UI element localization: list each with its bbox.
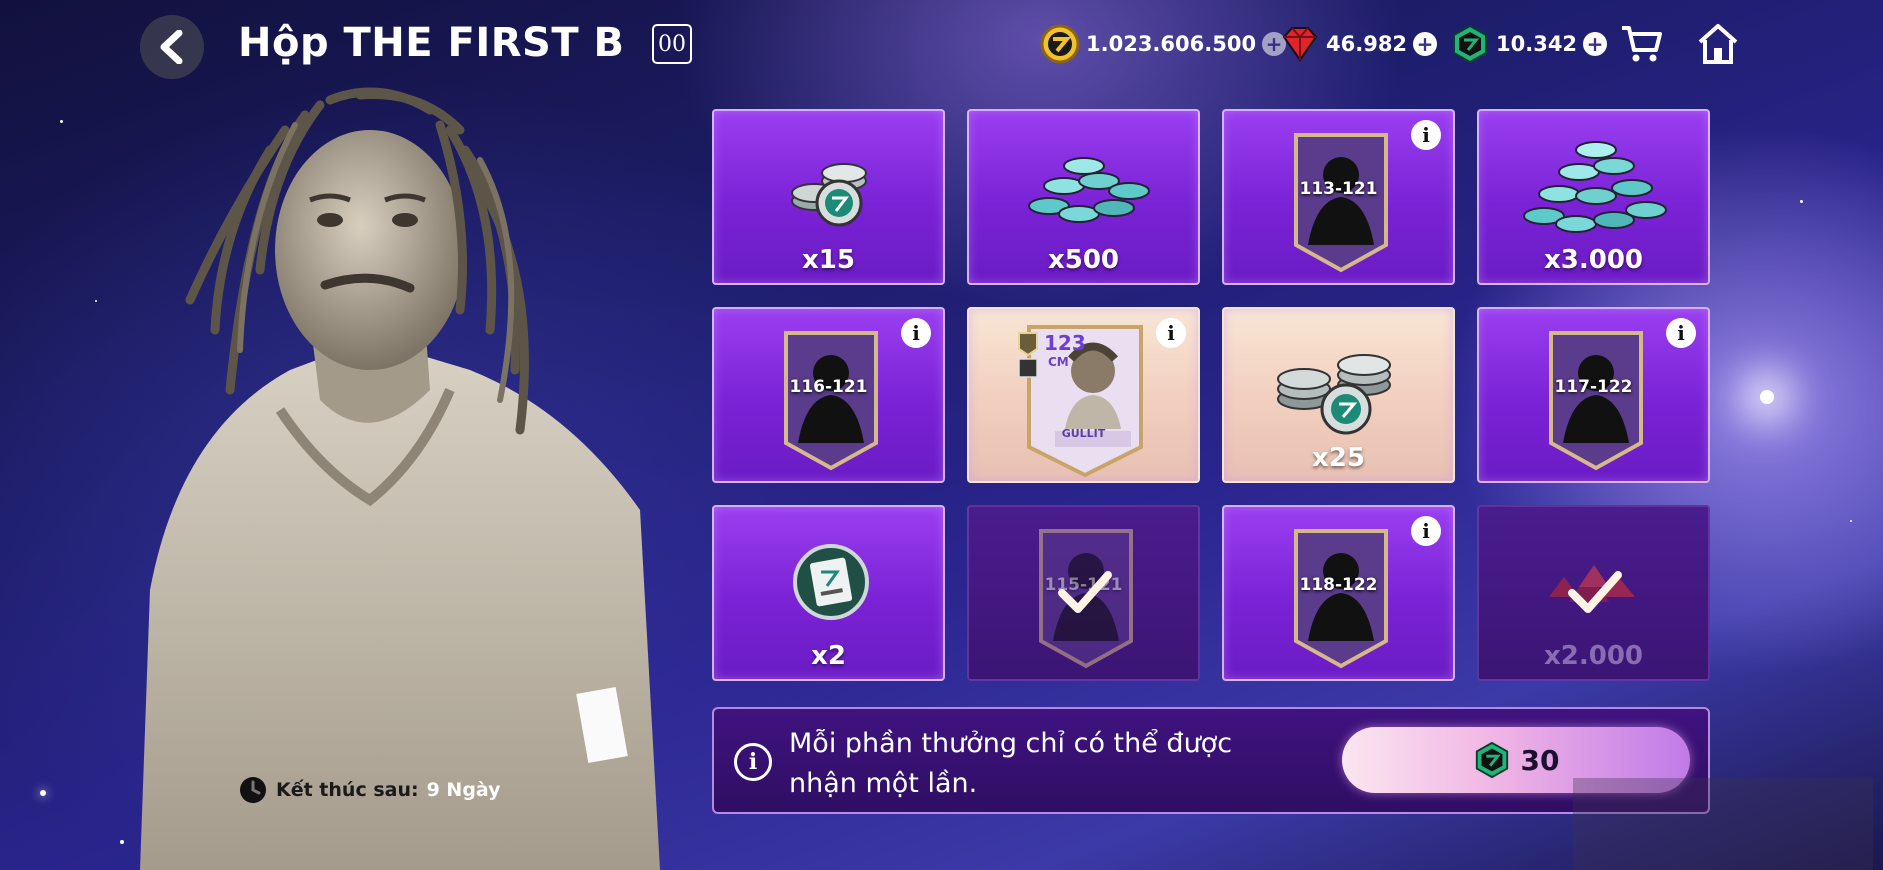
coin-balance: 1.023.606.500 +	[1040, 24, 1287, 64]
reward-quantity: x2.000	[1543, 641, 1643, 671]
info-icon: i	[734, 743, 772, 781]
add-tokens-button[interactable]: +	[1583, 32, 1608, 56]
token-balance: 10.342 +	[1450, 24, 1608, 64]
reward-tile-gems-2000-claimed: x2.000	[1477, 505, 1710, 681]
info-icon[interactable]: i	[1411, 516, 1441, 546]
teal-coin-pile-icon	[1028, 157, 1150, 223]
box-count-value: 00	[658, 31, 686, 57]
card-ovr-range: 113-121	[1299, 179, 1378, 199]
info-icon[interactable]: i	[1411, 120, 1441, 150]
cart-icon[interactable]	[1620, 22, 1664, 66]
reward-quantity: x2	[811, 641, 846, 671]
gem-amount: 46.982	[1326, 32, 1408, 56]
large-teal-coin-pile-icon	[1523, 141, 1667, 233]
checkmark-icon	[1058, 571, 1112, 613]
timer-label: Kết thúc sau:	[276, 779, 419, 801]
red-gem-icon	[1282, 27, 1318, 62]
reward-quantity: x3.000	[1543, 245, 1643, 275]
card-position: CM	[1048, 355, 1069, 369]
info-panel: i Mỗi phần thưởng chỉ có thể được nhận m…	[712, 707, 1710, 814]
chevron-left-icon	[160, 30, 183, 64]
card-ovr-range: 118-122	[1299, 575, 1378, 595]
info-icon[interactable]: i	[901, 318, 931, 348]
page-title: Hộp THE FIRST B	[238, 20, 625, 66]
reward-tile-coins-15[interactable]: x15	[712, 109, 945, 285]
reward-tile-player-card-113-121[interactable]: 113-121 i	[1222, 109, 1455, 285]
green-token-icon	[1475, 741, 1508, 779]
coin-amount: 1.023.606.500	[1086, 32, 1257, 56]
reward-quantity: x15	[802, 245, 855, 275]
green-token-icon	[1453, 24, 1487, 64]
reward-tile-player-card-116-121[interactable]: 116-121 i	[712, 307, 945, 483]
mystery-player-card-icon	[1294, 133, 1388, 273]
card-ovr-range: 116-121	[789, 377, 868, 397]
card-ovr-range: 117-122	[1554, 377, 1633, 397]
gold-coin-icon	[1040, 24, 1080, 64]
info-message: Mỗi phần thưởng chỉ có thể được nhận một…	[789, 728, 1233, 799]
reward-quantity: x500	[1047, 245, 1120, 275]
reward-tile-gullit-card[interactable]: 123 CM GULLIT i	[967, 307, 1200, 483]
back-button[interactable]	[140, 15, 204, 79]
featured-player-image	[140, 87, 660, 870]
mystery-player-card-icon	[784, 331, 878, 471]
reward-quantity: x25	[1312, 443, 1365, 473]
overlay-panel	[1573, 778, 1873, 870]
info-icon[interactable]: i	[1666, 318, 1696, 348]
reward-tile-player-card-117-122[interactable]: 117-122 i	[1477, 307, 1710, 483]
timer-value: 9 Ngày	[426, 779, 501, 801]
mystery-player-card-icon	[1294, 529, 1388, 669]
reward-tile-player-card-115-121-claimed: 115-121	[967, 505, 1200, 681]
reward-tile-coins-25[interactable]: x25	[1222, 307, 1455, 483]
silver-coin-stack-icon	[1277, 354, 1391, 435]
token-amount: 10.342	[1496, 32, 1578, 56]
silver-coin-stack-icon	[791, 163, 867, 227]
gem-balance: 46.982 +	[1280, 24, 1438, 64]
ticket-icon	[793, 544, 869, 620]
add-gems-button[interactable]: +	[1413, 32, 1438, 56]
clock-icon	[240, 777, 266, 803]
price-amount: 30	[1520, 743, 1560, 777]
reward-tile-coins-3000[interactable]: x3.000	[1477, 109, 1710, 285]
reward-tile-coins-500[interactable]: x500	[967, 109, 1200, 285]
info-icon[interactable]: i	[1156, 318, 1186, 348]
card-ovr: 123	[1044, 331, 1086, 355]
reward-tile-player-card-118-122[interactable]: 118-122 i	[1222, 505, 1455, 681]
mystery-player-card-icon	[1549, 331, 1643, 471]
checkmark-icon	[1568, 571, 1622, 613]
card-player-name: GULLIT	[1061, 427, 1106, 440]
reward-tile-ticket-2[interactable]: x2	[712, 505, 945, 681]
box-count-badge: 00	[652, 24, 692, 64]
home-icon[interactable]	[1697, 22, 1739, 66]
event-timer: Kết thúc sau: 9 Ngày	[238, 775, 501, 805]
